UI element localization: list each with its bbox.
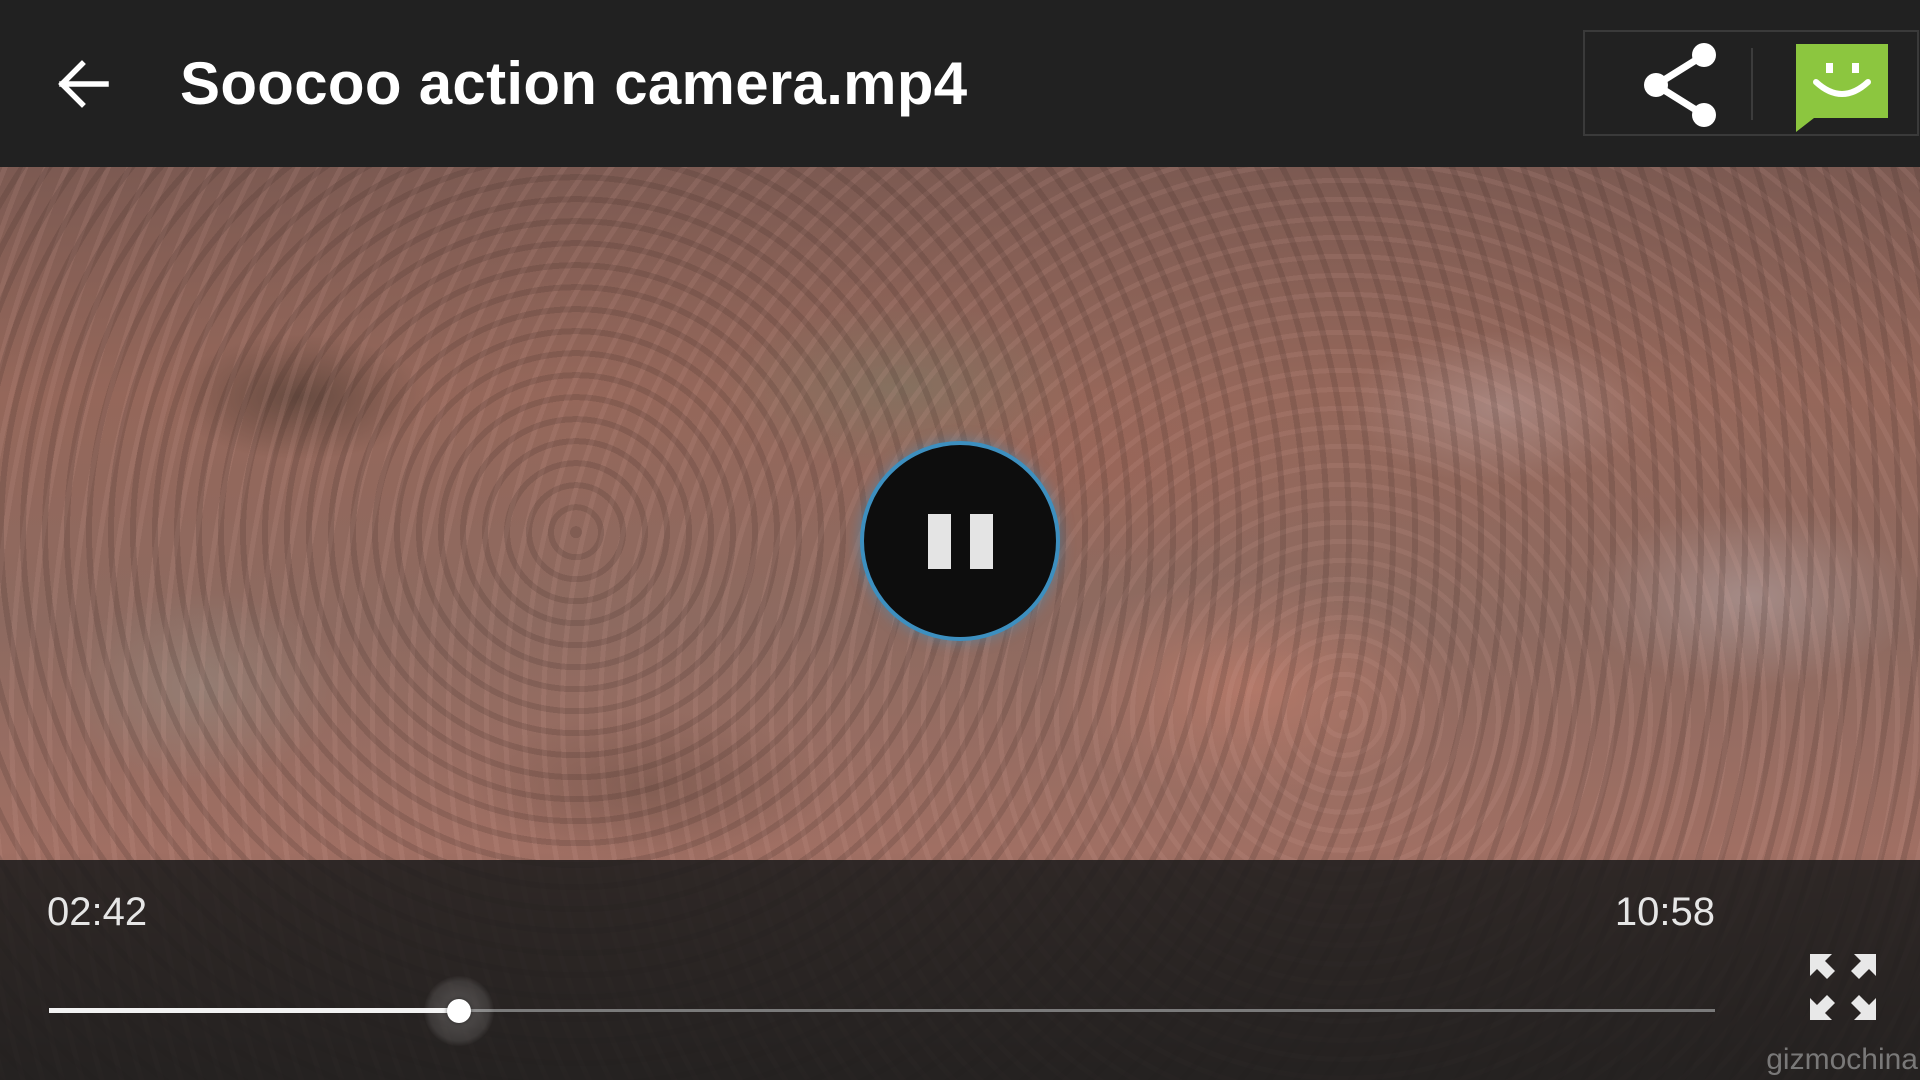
action-buttons: [1583, 30, 1919, 136]
seek-thumb-core: [446, 999, 471, 1023]
action-bar: Soocoo action camera.mp4: [0, 0, 1920, 167]
fullscreen-icon: [1810, 954, 1876, 1020]
message-button[interactable]: [1792, 40, 1892, 134]
video-player-screen: Soocoo action camera.mp4 02:42 10:58 giz…: [0, 0, 1920, 1080]
pause-icon: [927, 513, 993, 569]
action-divider: [1751, 48, 1753, 120]
watermark: gizmochina: [1766, 1043, 1918, 1076]
seek-bar[interactable]: [49, 976, 1715, 1046]
seek-progress: [49, 1008, 459, 1013]
share-button[interactable]: [1637, 40, 1727, 130]
pause-bar-left: [927, 513, 951, 569]
total-duration: 10:58: [1614, 890, 1715, 934]
playback-controls: 02:42 10:58: [0, 860, 1920, 1080]
pause-button[interactable]: [860, 441, 1060, 641]
arrow-left-icon: [58, 60, 109, 108]
smiley-message-icon: [1796, 44, 1888, 132]
share-icon: [1644, 43, 1716, 127]
fullscreen-button[interactable]: [1808, 952, 1878, 1022]
page-title: Soocoo action camera.mp4: [180, 50, 968, 117]
back-button[interactable]: [44, 44, 124, 124]
pause-bar-right: [969, 513, 993, 569]
elapsed-time: 02:42: [47, 890, 148, 934]
seek-thumb[interactable]: [423, 976, 494, 1046]
